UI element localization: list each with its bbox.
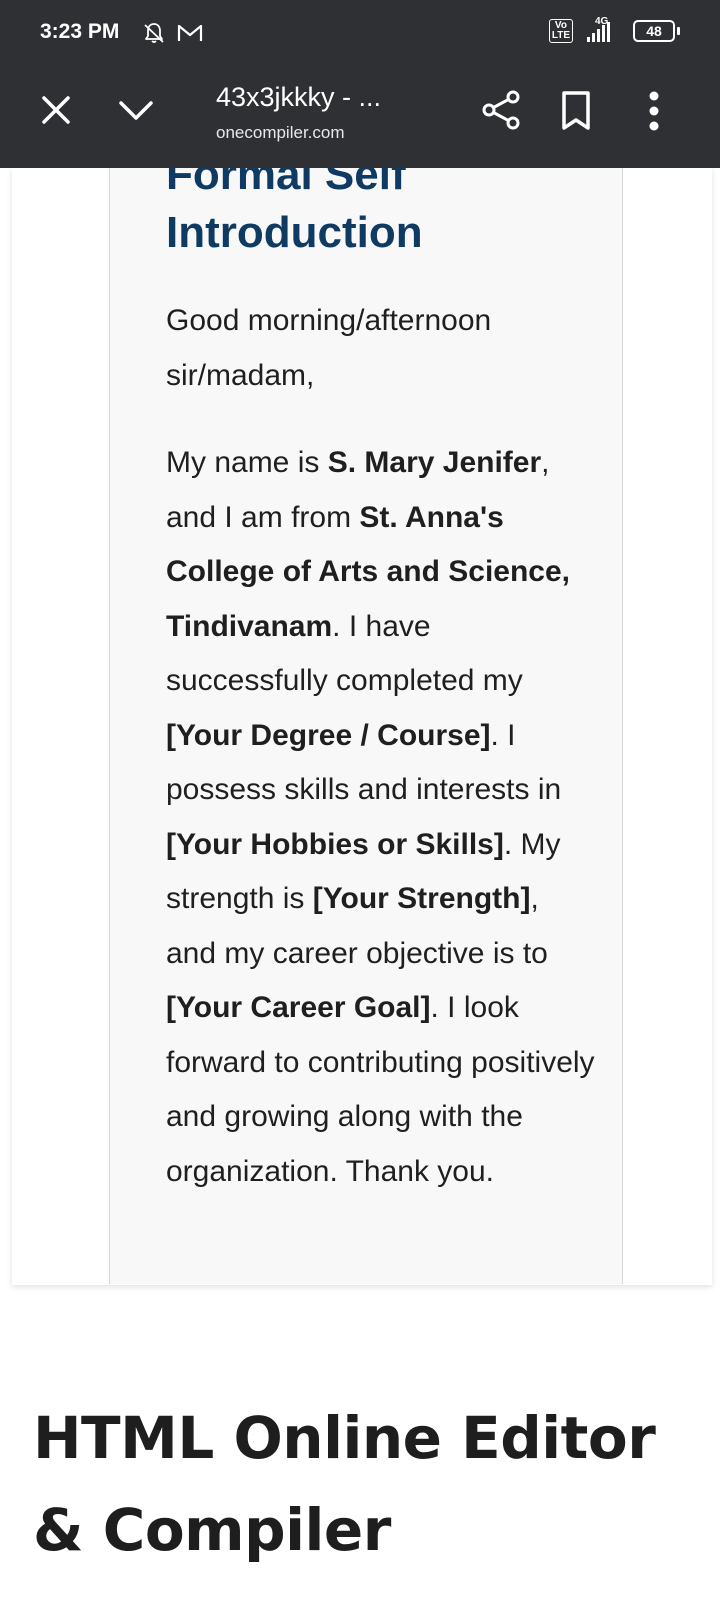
intro-paragraph: My name is S. Mary Jenifer, and I am fro… — [166, 436, 596, 1199]
close-icon[interactable] — [38, 92, 74, 128]
card-heading-main: Introduction — [166, 208, 423, 257]
volte-bottom-text: LTE — [551, 30, 570, 41]
greeting-text: Good morning/afternoon sir/madam, — [166, 304, 492, 392]
career-goal-placeholder: [Your Career Goal] — [166, 991, 431, 1024]
share-icon[interactable] — [481, 89, 523, 131]
page-domain: onecompiler.com — [216, 123, 345, 142]
more-vert-icon[interactable] — [648, 90, 660, 132]
strength-placeholder: [Your Strength] — [312, 882, 531, 915]
hobbies-placeholder: [Your Hobbies or Skills] — [166, 827, 504, 861]
chevron-down-icon[interactable] — [116, 92, 156, 128]
signal-bars — [587, 22, 610, 42]
notifications-off-icon — [144, 23, 164, 43]
name-text: S. Mary Jenifer — [327, 446, 542, 479]
status-system-icons: Vo LTE 4G 48 — [548, 16, 680, 44]
bookmark-icon[interactable] — [560, 90, 592, 132]
volte-icon: Vo LTE — [548, 19, 573, 43]
page-title: 43x3jkkky - ... — [216, 82, 382, 112]
battery-level: 48 — [633, 20, 675, 42]
status-notification-icons — [142, 21, 204, 45]
degree-placeholder: [Your Degree / Course] — [166, 718, 491, 752]
gmail-icon — [177, 24, 203, 41]
browser-top-bar: 3:23 PM Vo LTE 4G 48 43x3jkkky - ... onec… — [0, 0, 720, 168]
paragraph-text: My name is — [166, 446, 328, 479]
signal-icon: 4G — [581, 16, 625, 44]
section-heading: HTML Online Editor & Compiler — [33, 1404, 656, 1564]
status-time: 3:23 PM — [40, 20, 120, 43]
battery-icon: 48 — [633, 20, 680, 42]
